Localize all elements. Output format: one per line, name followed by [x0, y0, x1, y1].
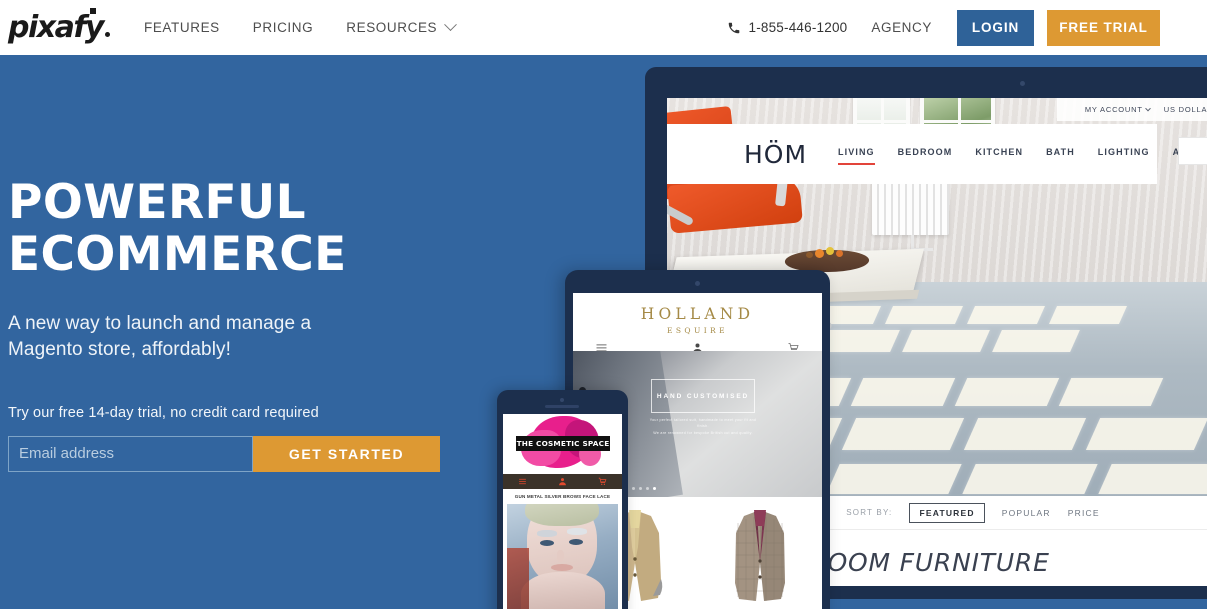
sort-option-popular[interactable]: POPULAR: [1002, 508, 1051, 518]
hom-navbar: HÖM LIVING BEDROOM KITCHEN BATH LIGHTING…: [667, 124, 1207, 184]
phone-camera-icon: [560, 398, 564, 402]
tablet-camera-icon: [695, 281, 700, 286]
logo-text: pixafy: [8, 9, 104, 45]
cosmetic-space-logo-text: THE COSMETIC SPACE: [516, 439, 610, 448]
model-hair: [525, 504, 599, 526]
hom-nav-bedroom[interactable]: BEDROOM: [898, 147, 953, 162]
chevron-down-icon: [444, 18, 458, 32]
model-eye-right: [569, 539, 583, 545]
carousel-dots[interactable]: [625, 487, 656, 490]
phone-mockup: THE COSMETIC SPACE GUN METAL SILVER BROW…: [497, 390, 628, 609]
account-icon[interactable]: [558, 477, 567, 486]
nav-item-features[interactable]: FEATURES: [144, 20, 220, 35]
model-red-drape: [507, 548, 529, 609]
phone-screen: THE COSMETIC SPACE GUN METAL SILVER BROW…: [503, 414, 622, 609]
hom-nav-lighting[interactable]: LIGHTING: [1098, 147, 1150, 162]
hand-customised-subtext: Your perfect tailored suit, handmade to …: [647, 417, 759, 436]
model-brow-left: [537, 530, 557, 537]
cosmetic-space-navbar: [503, 474, 622, 489]
header-actions: 1-855-446-1200 AGENCY LOGIN FREE TRIAL: [727, 9, 1207, 46]
nav-item-resources[interactable]: RESOURCES: [346, 18, 458, 35]
free-trial-button[interactable]: FREE TRIAL: [1047, 9, 1160, 46]
fruit-tangerine: [836, 250, 843, 257]
sort-by-label: SORT BY:: [846, 508, 893, 517]
phone-contact[interactable]: 1-855-446-1200: [727, 20, 847, 35]
fruit-lemon: [826, 247, 834, 255]
hom-my-account-label: MY ACCOUNT: [1084, 105, 1143, 114]
holland-logo[interactable]: HOLLAND: [573, 305, 822, 323]
fruit-orange: [815, 249, 824, 258]
fruit-dark: [806, 252, 813, 258]
chevron-down-icon: [1144, 105, 1151, 112]
hand-customised-label: HAND CUSTOMISED: [656, 392, 750, 400]
model-brow-right: [567, 528, 587, 535]
menu-icon[interactable]: [518, 477, 527, 486]
site-header: pixafy FEATURES PRICING RESOURCES 1-855-…: [0, 0, 1207, 55]
sort-option-price[interactable]: PRICE: [1068, 508, 1100, 518]
banner-sub-line-2: We are renowned for bespoke British cut …: [653, 430, 753, 435]
hom-logo[interactable]: HÖM: [744, 140, 807, 169]
desktop-camera-icon: [1020, 81, 1025, 86]
login-button[interactable]: LOGIN: [957, 9, 1034, 46]
cosmetic-space-header: THE COSMETIC SPACE: [503, 414, 622, 474]
hom-utility-bar: MY ACCOUNT US DOLLAR ENGLISH: [1057, 98, 1207, 121]
holland-sublogo: ESQUIRE: [667, 326, 728, 335]
phone-number: 1-855-446-1200: [748, 20, 848, 35]
hom-nav-living[interactable]: LIVING: [838, 147, 875, 165]
cart-icon[interactable]: [598, 477, 607, 486]
phone-product-title: GUN METAL SILVER BROWS FACE LACE: [503, 489, 622, 503]
model-nose: [557, 550, 564, 562]
hom-search-input[interactable]: [1178, 137, 1207, 165]
model-shoulders: [521, 572, 605, 609]
hom-navigation: LIVING BEDROOM KITCHEN BATH LIGHTING ABO…: [838, 147, 1207, 165]
hand-customised-box: HAND CUSTOMISED: [651, 379, 755, 413]
product-brown-jacket[interactable]: [698, 497, 823, 609]
hom-my-account-link[interactable]: MY ACCOUNT: [1084, 105, 1151, 114]
phone-product-photo[interactable]: [507, 504, 618, 609]
nav-item-resources-label: RESOURCES: [346, 20, 438, 35]
model-eye-left: [540, 540, 554, 546]
model-lips: [551, 564, 573, 571]
device-mockups: MY ACCOUNT US DOLLAR ENGLISH HÖM LIVING …: [0, 55, 1207, 609]
hom-nav-kitchen[interactable]: KITCHEN: [975, 147, 1023, 162]
pixafy-logo[interactable]: pixafy: [8, 7, 110, 45]
sort-option-featured[interactable]: FEATURED: [909, 502, 985, 523]
holland-header: HOLLAND ESQUIRE: [573, 293, 822, 353]
hom-currency-label: US DOLLAR: [1163, 105, 1207, 114]
primary-navigation: FEATURES PRICING RESOURCES: [144, 18, 458, 35]
hero-section: POWERFUL ECOMMERCE A new way to launch a…: [0, 55, 1207, 609]
phone-speaker: [545, 405, 579, 408]
banner-sub-line-1: Your perfect tailored suit, handmade to …: [649, 418, 757, 429]
brown-check-suit-jacket-icon: [734, 510, 785, 601]
hom-currency-link[interactable]: US DOLLAR: [1164, 105, 1207, 114]
hom-nav-bath[interactable]: BATH: [1046, 147, 1075, 162]
cosmetic-space-logo[interactable]: THE COSMETIC SPACE: [516, 436, 610, 451]
logo-square-dot: [89, 7, 96, 14]
logo-round-dot: [104, 31, 110, 37]
phone-icon: [729, 22, 740, 33]
nav-item-pricing[interactable]: PRICING: [253, 20, 313, 35]
nav-item-agency[interactable]: AGENCY: [871, 20, 932, 35]
